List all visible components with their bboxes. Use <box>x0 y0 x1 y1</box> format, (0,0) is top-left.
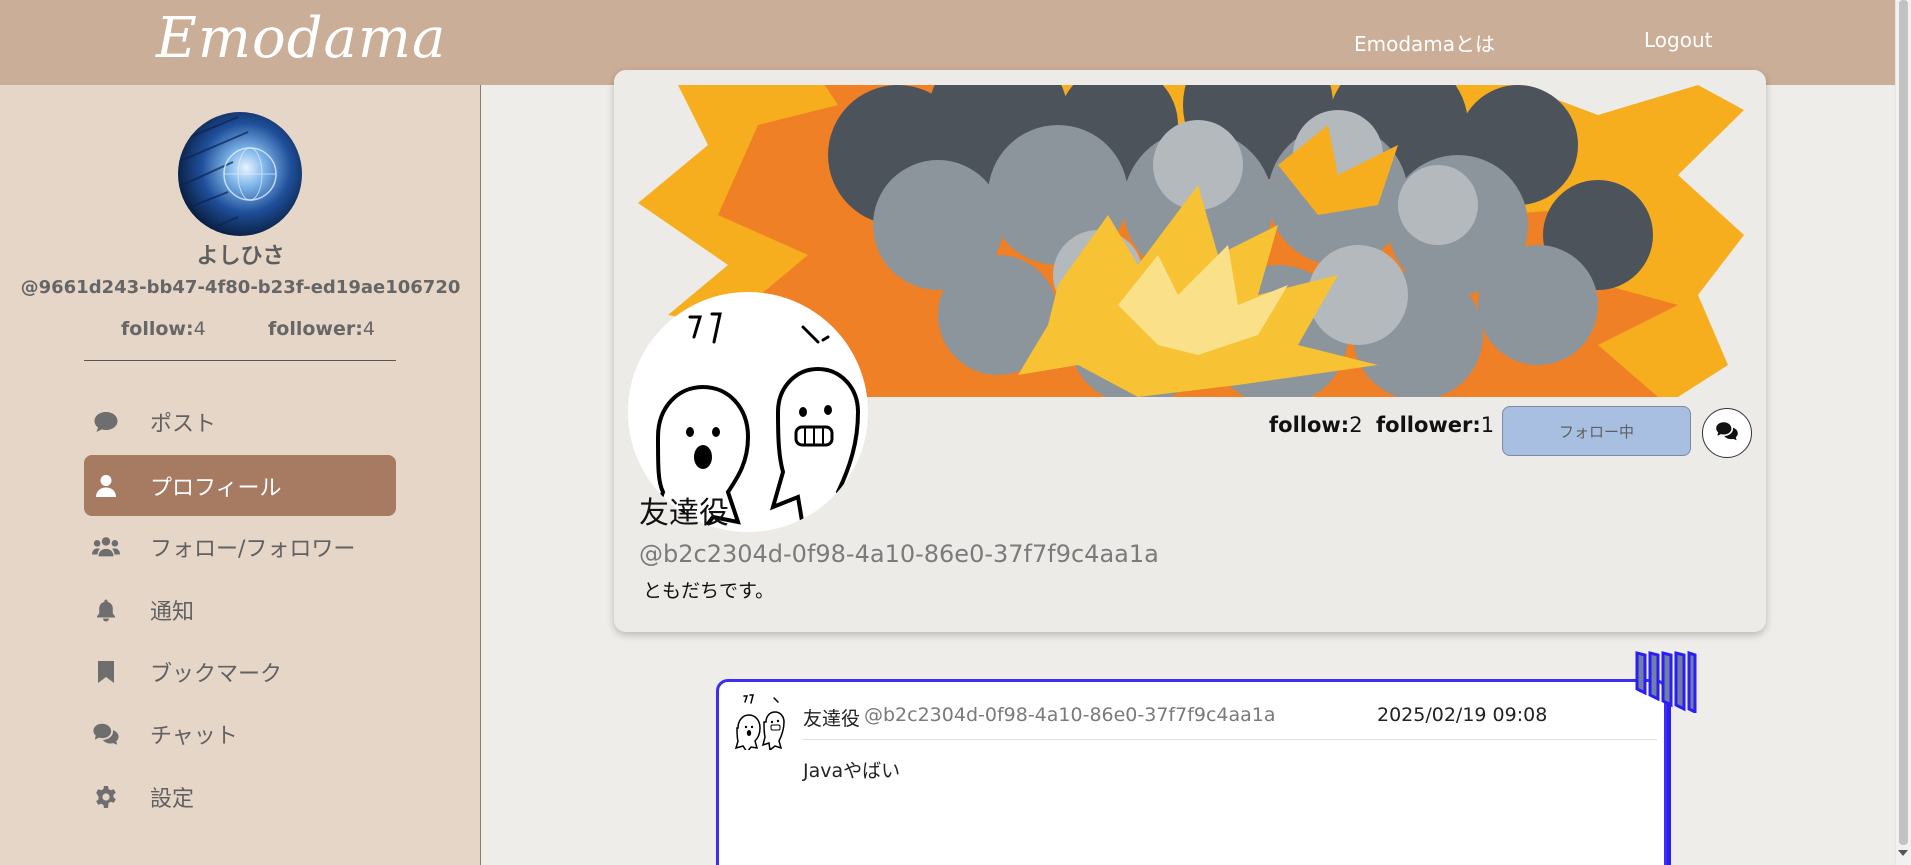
profile-follower-count[interactable]: follower:1 <box>1376 413 1494 437</box>
profile-follow-count[interactable]: follow:2 <box>1269 413 1363 437</box>
sidebar-item-label: ポスト <box>150 411 217 437</box>
follow-label: follow: <box>121 318 194 340</box>
post-author-avatar[interactable] <box>732 692 790 754</box>
users-icon <box>92 533 120 561</box>
scrollbar-thumb[interactable] <box>1899 0 1908 845</box>
user-avatar[interactable] <box>178 112 302 236</box>
profile-bio: ともだちです。 <box>643 580 775 602</box>
sidebar-item-label: フォロー/フォロワー <box>150 536 356 562</box>
post-author-name[interactable]: 友達役 <box>803 704 860 731</box>
post-author-id: @b2c2304d-0f98-4a10-86e0-37f7f9c4aa1a <box>864 704 1276 726</box>
nav-about-link[interactable]: Emodamaとは <box>1354 28 1495 57</box>
sidebar-item-chat[interactable]: チャット <box>84 703 396 764</box>
follower-label: follower: <box>1376 413 1481 437</box>
user-icon <box>92 472 120 500</box>
post-timestamp: 2025/02/19 09:08 <box>1377 704 1548 726</box>
sidebar-divider <box>84 360 396 361</box>
user-id: @9661d243-bb47-4f80-b23f-ed19ae106720 <box>20 277 461 298</box>
bell-icon <box>92 596 120 624</box>
chat-button[interactable] <box>1702 408 1752 458</box>
chat-icon <box>92 720 120 748</box>
follow-label: follow: <box>1269 413 1350 437</box>
sidebar-item-label: 設定 <box>150 786 195 812</box>
sidebar-item-label: 通知 <box>150 599 195 625</box>
sidebar-item-settings[interactable]: 設定 <box>84 766 396 827</box>
scroll-down-arrow-icon[interactable] <box>1898 850 1908 856</box>
post-card[interactable]: 友達役 @b2c2304d-0f98-4a10-86e0-37f7f9c4aa1… <box>716 679 1667 865</box>
sidebar-item-notification[interactable]: 通知 <box>84 579 396 640</box>
follow-count: 4 <box>193 318 206 340</box>
sidebar-item-label: プロフィール <box>150 475 282 501</box>
following-button[interactable]: フォロー中 <box>1502 406 1691 456</box>
sidebar-item-profile[interactable]: プロフィール <box>84 455 396 516</box>
post-divider <box>803 739 1657 740</box>
profile-name: 友達役 <box>639 496 729 531</box>
nav-logout-link[interactable]: Logout <box>1644 28 1712 52</box>
follower-label: follower: <box>268 318 363 340</box>
profile-id: @b2c2304d-0f98-4a10-86e0-37f7f9c4aa1a <box>639 540 1159 568</box>
post-body: Javaやばい <box>803 760 901 782</box>
sidebar-follower-count[interactable]: follower:4 <box>268 318 375 340</box>
sidebar-item-label: チャット <box>150 723 238 749</box>
follower-count: 4 <box>362 318 375 340</box>
comment-icon <box>92 408 120 436</box>
chat-icon <box>1715 421 1739 445</box>
post-bookmark-decoration-icon <box>1633 650 1697 715</box>
sidebar-item-post[interactable]: ポスト <box>84 391 396 452</box>
follower-count: 1 <box>1480 413 1495 437</box>
follow-count: 2 <box>1349 413 1363 437</box>
sidebar-item-label: ブックマーク <box>150 661 283 687</box>
sidebar-item-bookmark[interactable]: ブックマーク <box>84 641 396 702</box>
app-logo[interactable]: Emodama <box>156 6 446 71</box>
sidebar-item-follow[interactable]: フォロー/フォロワー <box>84 516 396 577</box>
user-name: よしひさ <box>196 244 285 269</box>
gear-icon <box>92 783 120 811</box>
profile-card: follow:2 follower:1 フォロー中 友達役 @b2c2304d-… <box>614 70 1766 632</box>
sidebar-follow-count[interactable]: follow:4 <box>121 318 206 340</box>
bookmark-icon <box>92 658 120 686</box>
